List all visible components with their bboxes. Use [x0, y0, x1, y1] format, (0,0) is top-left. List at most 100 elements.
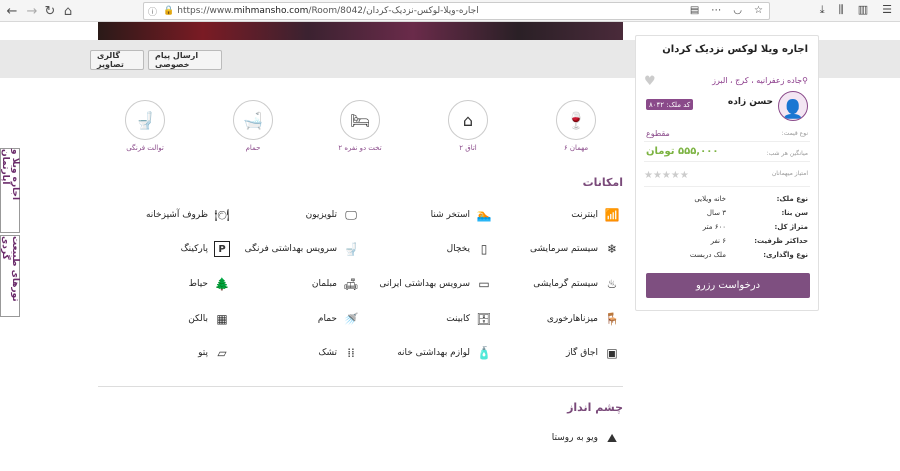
- amenity-item: 🚿 حمام: [317, 312, 359, 326]
- cabinet-icon: 🗄: [476, 312, 492, 326]
- iranian-toilet-icon: ▭: [478, 277, 490, 291]
- bookmark-star-icon[interactable]: ☆: [754, 5, 763, 16]
- pool-icon: 🏊: [476, 208, 492, 222]
- rating-label: امتیاز میهمانان: [771, 170, 808, 177]
- sidebar-icon[interactable]: ▥: [858, 3, 868, 17]
- feature-rooms: ⌂ ۲ اتاق: [433, 100, 503, 152]
- property-code-badge: کد ملک: ۸۰۴۲: [646, 99, 694, 110]
- amenity-item: 🍽 ظروف آشپزخانه: [145, 208, 230, 222]
- lock-icon: 🔒: [163, 6, 175, 16]
- spec-value: ملک دربست: [689, 251, 726, 259]
- fridge-icon: ▯: [480, 242, 488, 256]
- feature-beds: 🛏 ۲ تخت دو نفره: [325, 100, 395, 152]
- amenity-item: ▣ اجاق گاز: [566, 345, 620, 361]
- wifi-icon: 📶: [604, 208, 620, 222]
- pocket-icon[interactable]: ◡: [733, 5, 742, 16]
- heater-icon: ♨: [606, 277, 618, 291]
- avatar[interactable]: 👤: [778, 91, 808, 121]
- mattress-icon: ⁞⁞: [347, 346, 355, 360]
- parking-icon: P: [214, 241, 230, 257]
- amenity-item: 🌲 حیاط: [188, 277, 230, 291]
- ac-icon: ❄: [606, 242, 618, 256]
- bath-icon: 🛁: [233, 100, 273, 140]
- reserve-button[interactable]: درخواست رزرو: [646, 273, 810, 298]
- divider: [644, 161, 810, 162]
- balcony-icon: ▦: [216, 312, 228, 326]
- address-bar[interactable]: ⓘ 🔒 https://www.mihmansho.com/Room/8042/…: [143, 2, 770, 20]
- view-item: ⛰ ویو به روستا: [552, 430, 620, 446]
- forward-icon[interactable]: →: [22, 1, 42, 21]
- back-icon[interactable]: ←: [2, 1, 22, 21]
- amenity-item: ⁞⁞ تشک: [318, 345, 359, 361]
- price-label: میانگین هر شب:: [766, 150, 808, 157]
- reader-icon[interactable]: ▤: [690, 5, 699, 16]
- dining-table-icon: 🪑: [604, 312, 620, 326]
- side-tab-rent[interactable]: اجاره ویلا و آپارتمان: [0, 148, 20, 233]
- section-divider: [98, 386, 623, 387]
- gallery-button[interactable]: گالری تصاویر: [90, 50, 144, 70]
- rooms-icon: ⌂: [448, 100, 488, 140]
- home-icon[interactable]: ⌂: [58, 1, 78, 21]
- library-icon[interactable]: ⫼: [839, 3, 844, 17]
- price-type-value: مقطوع: [646, 129, 670, 138]
- booking-card: اجاره ویلا لوکس نزدیک کردان ⚲جاده زعفران…: [635, 35, 819, 311]
- village-view-icon: ⛰: [606, 430, 618, 445]
- download-icon[interactable]: ⤓: [820, 3, 825, 17]
- amenity-item: ♨ سیستم گرمایشی: [533, 276, 620, 292]
- spec-value: ۳ سال: [706, 209, 726, 217]
- tv-icon: 🖵: [345, 207, 357, 222]
- spec-value: ۶۰۰ متر: [702, 223, 726, 231]
- amenity-item: ▱ پتو: [198, 345, 230, 361]
- amenity-item: 🧴 لوازم بهداشتی خانه: [397, 346, 492, 360]
- spec-key: نوع واگذاری:: [763, 251, 808, 259]
- shower-icon: 🚿: [343, 312, 359, 326]
- amenity-item: 🗄 کابینت: [446, 312, 492, 326]
- yard-icon: 🌲: [214, 277, 230, 291]
- menu-icon[interactable]: ☰: [882, 3, 892, 17]
- more-icon[interactable]: ⋯: [711, 5, 721, 16]
- guests-icon: 🍷: [556, 100, 596, 140]
- host-name[interactable]: حسن زاده: [728, 97, 773, 107]
- listing-location: ⚲جاده زعفرانیه ، کرج ، البرز: [712, 76, 808, 85]
- private-message-button[interactable]: ارسال پیام خصوصی: [148, 50, 222, 70]
- spec-value: خانه ویلایی: [694, 195, 726, 203]
- spec-key: حداکثر ظرفیت:: [754, 237, 808, 245]
- rating-stars[interactable]: ★★★★★: [644, 170, 689, 181]
- toiletries-icon: 🧴: [476, 346, 492, 360]
- toilet-icon: 🚽: [125, 100, 165, 140]
- amenities-title: امکانات: [582, 176, 623, 189]
- amenity-item: P پارکینگ: [181, 241, 230, 257]
- dishes-icon: 🍽: [214, 208, 230, 222]
- side-tab-tours[interactable]: تورهای طبیعت گردی: [0, 235, 20, 317]
- amenity-item: 🏊 استخر شنا: [430, 208, 492, 222]
- amenity-item: 📶 اینترنت: [571, 208, 620, 222]
- amenity-item: ❄ سیستم سرمایشی: [530, 241, 620, 257]
- view-title: چشم انداز: [567, 401, 623, 414]
- price-type-label: نوع قیمت:: [781, 130, 808, 137]
- spec-value: ۶ نفر: [710, 237, 726, 245]
- western-toilet-icon: 🚽: [343, 242, 359, 256]
- bed-icon: 🛏: [340, 100, 380, 140]
- amenity-item: 🪑 میزناهارخوری: [546, 312, 620, 326]
- blanket-icon: ▱: [217, 346, 227, 360]
- hero-image-strip: [98, 22, 623, 40]
- price-value: ۵۵۵,۰۰۰ تومان: [646, 146, 719, 157]
- amenity-item: 🚽 سرویس بهداشتی فرنگی: [244, 242, 359, 256]
- url-text: https://www.mihmansho.com/Room/8042/اجار…: [177, 6, 479, 16]
- heart-icon[interactable]: ♥: [644, 74, 656, 89]
- sofa-icon: 🛋: [343, 277, 359, 291]
- spec-key: نوع ملک:: [776, 195, 808, 203]
- feature-guests: 🍷 ۶ مهمان: [541, 100, 611, 152]
- amenity-item: ▯ یخچال: [447, 241, 492, 257]
- browser-toolbar: ← → ↻ ⌂ ⓘ 🔒 https://www.mihmansho.com/Ro…: [0, 0, 900, 22]
- spec-key: متراژ کل:: [774, 223, 808, 231]
- spec-key: سن بنا:: [781, 209, 808, 217]
- info-icon[interactable]: ⓘ: [148, 5, 157, 18]
- reload-icon[interactable]: ↻: [40, 1, 60, 21]
- amenity-item: ▭ سرویس بهداشتی ایرانی: [379, 276, 492, 292]
- feature-toilet: 🚽 توالت فرنگی: [110, 100, 180, 152]
- stove-icon: ▣: [606, 346, 618, 360]
- amenity-item: 🛋 مبلمان: [311, 277, 359, 291]
- divider: [644, 141, 810, 142]
- feature-bath: 🛁 حمام: [218, 100, 288, 152]
